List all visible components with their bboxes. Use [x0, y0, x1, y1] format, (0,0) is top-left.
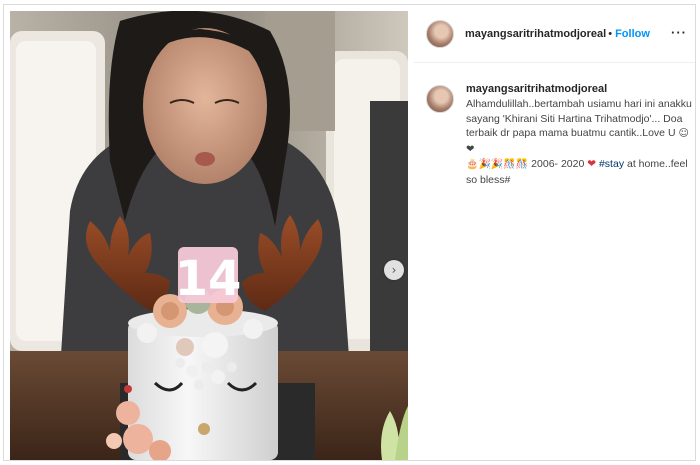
caption-text: Alhamdulillah..bertambah usiamu hari ini… [466, 97, 692, 187]
caption-username[interactable]: mayangsaritrihatmodjoreal [466, 83, 692, 95]
follow-button[interactable]: Follow [615, 28, 650, 40]
avatar[interactable] [426, 19, 454, 48]
next-photo-button[interactable]: › [384, 260, 404, 280]
chevron-right-icon: › [391, 263, 397, 277]
caption-main: Alhamdulillah..bertambah usiamu hari ini… [466, 98, 692, 139]
post-photo[interactable]: 14 › [10, 11, 408, 460]
post-sidebar: mayangsaritrihatmodjoreal • Follow ··· m… [414, 5, 695, 460]
heart-icon: ❤ [587, 158, 597, 170]
hashtag-link[interactable]: #stay [599, 158, 624, 170]
birthday-photo-illustration: 14 [10, 11, 408, 460]
more-options-icon[interactable]: ··· [671, 25, 687, 40]
candle-number: 14 [175, 251, 242, 307]
header-username[interactable]: mayangsaritrihatmodjoreal [465, 28, 606, 40]
separator-dot: • [608, 27, 613, 40]
caption-avatar[interactable] [426, 85, 454, 113]
cake-party-emoji: 🎂🎉🎉🎊🎊 [466, 159, 529, 170]
caption-years: 2006- 2020 [528, 158, 588, 170]
instagram-post-embed: 14 › mayangsaritrihatmodjoreal • Follow … [3, 4, 696, 461]
post-header: mayangsaritrihatmodjoreal • Follow ··· [414, 5, 695, 63]
